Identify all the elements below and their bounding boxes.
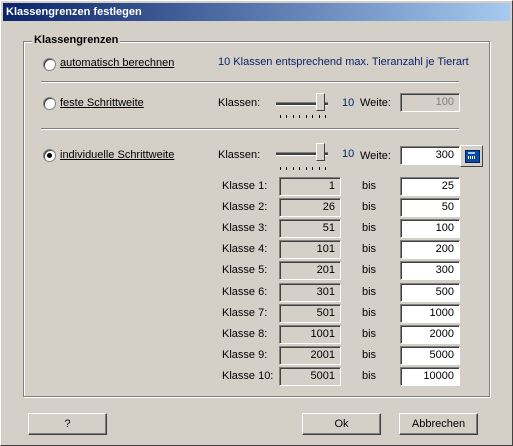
class-to-field[interactable]: 5000 [400,346,460,365]
class-to-field[interactable]: 100 [400,219,460,238]
radio-individual-label[interactable]: individuelle Schrittweite [60,149,174,161]
fixed-klassen-value: 10 [342,97,355,109]
class-to-field[interactable]: 500 [400,283,460,302]
fixed-weite-field[interactable]: 100 [400,93,460,112]
group-title: Klassengrenzen [32,34,121,46]
calculate-button[interactable] [460,145,483,167]
class-from-field: 301 [279,283,341,302]
bis-label: bis [362,370,377,382]
bis-label: bis [362,286,377,298]
class-label: Klasse 5: [222,264,268,276]
cancel-button[interactable]: Abbrechen [399,413,478,435]
bis-label: bis [362,201,377,213]
class-from-field: 101 [279,240,341,259]
individual-weite-field[interactable]: 300 [400,146,460,165]
bis-label: bis [362,264,377,276]
separator [41,81,459,83]
class-label: Klasse 4: [222,243,268,255]
class-label: Klasse 10: [222,370,274,382]
calculator-icon [465,150,480,163]
individual-klassen-label: Klassen: [218,149,261,161]
bis-label: bis [362,222,377,234]
individual-slider-thumb[interactable] [316,143,325,161]
class-to-field[interactable]: 300 [400,261,460,280]
class-from-field: 201 [279,261,341,280]
bis-label: bis [362,180,377,192]
class-to-field[interactable]: 10000 [400,367,460,386]
bis-label: bis [362,349,377,361]
class-to-field[interactable]: 1000 [400,304,460,323]
fixed-klassen-label: Klassen: [218,97,261,109]
ok-button[interactable]: Ok [302,413,381,435]
class-to-field[interactable]: 25 [400,177,460,196]
class-to-field[interactable]: 200 [400,240,460,259]
class-label: Klasse 3: [222,222,268,234]
class-from-field: 2001 [279,346,341,365]
class-from-field: 1 [279,177,341,196]
bis-label: bis [362,307,377,319]
class-from-field: 501 [279,304,341,323]
help-button[interactable]: ? [28,413,107,435]
bis-label: bis [362,328,377,340]
radio-individual[interactable] [43,149,56,162]
separator [41,128,459,130]
class-label: Klasse 2: [222,201,268,213]
class-from-field: 5001 [279,367,341,386]
radio-auto-label[interactable]: automatisch berechnen [60,57,174,69]
class-label: Klasse 9: [222,349,268,361]
class-label: Klasse 8: [222,328,268,340]
fixed-slider-ticks [280,115,326,119]
fixed-weite-label: Weite: [360,97,391,109]
radio-auto[interactable] [43,58,56,71]
fixed-slider-thumb[interactable] [316,93,325,111]
bis-label: bis [362,243,377,255]
class-from-field: 26 [279,198,341,217]
class-to-field[interactable]: 50 [400,198,460,217]
class-from-field: 51 [279,219,341,238]
window-title: Klassengrenzen festlegen [3,3,510,21]
individual-klassen-value: 10 [342,148,355,160]
class-label: Klasse 1: [222,180,268,192]
individual-weite-label: Weite: [360,150,391,162]
radio-fixed-label[interactable]: feste Schrittweite [60,97,144,109]
class-to-field[interactable]: 2000 [400,325,460,344]
class-from-field: 1001 [279,325,341,344]
individual-slider-ticks [280,167,326,171]
class-label: Klasse 6: [222,286,268,298]
class-label: Klasse 7: [222,307,268,319]
radio-fixed[interactable] [43,97,56,110]
auto-info-text: 10 Klassen entsprechend max. Tieranzahl … [218,56,469,68]
